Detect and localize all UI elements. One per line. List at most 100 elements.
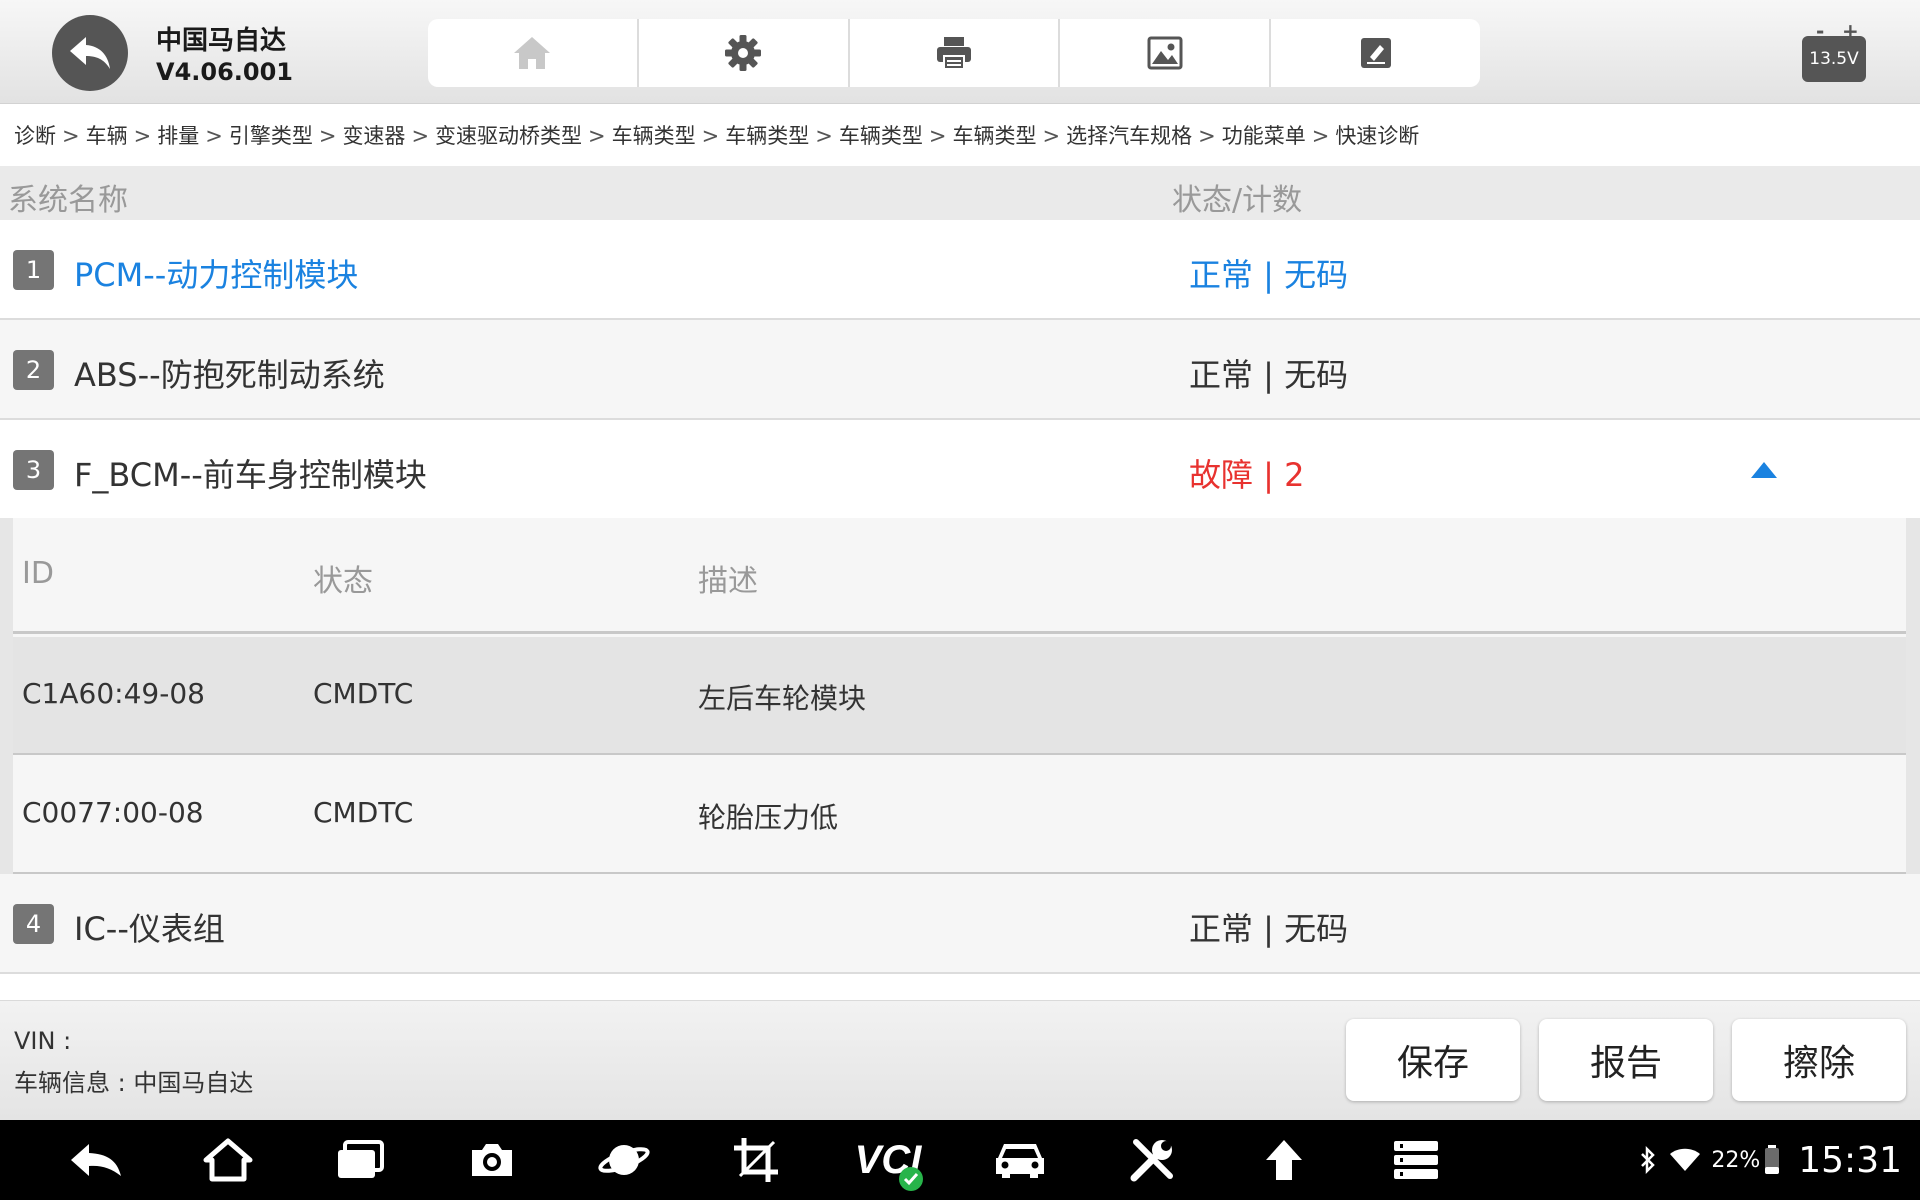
- breadcrumb-separator: >: [588, 124, 606, 148]
- tools-icon: [1130, 1139, 1173, 1182]
- dtc-row[interactable]: C1A60:49-08 CMDTC 左后车轮模块: [13, 637, 1906, 755]
- crop-icon: [734, 1138, 778, 1182]
- back-arrow-icon: [70, 37, 110, 69]
- collapse-triangle-icon[interactable]: [1749, 460, 1779, 480]
- breadcrumb-item[interactable]: 车辆类型: [839, 124, 923, 148]
- breadcrumb-separator: >: [1042, 124, 1061, 148]
- upload-icon: [1266, 1140, 1302, 1180]
- image-button[interactable]: [1060, 19, 1272, 87]
- save-button[interactable]: 保存: [1346, 1019, 1520, 1101]
- back-icon: [71, 1144, 121, 1176]
- dtc-row[interactable]: C0077:00-08 CMDTC 轮胎压力低: [13, 756, 1906, 874]
- dtc-panel: ID 状态 描述 C1A60:49-08 CMDTC 左后车轮模块 C0077:…: [0, 518, 1920, 874]
- home-icon: [514, 37, 551, 69]
- nav-screenshot-button[interactable]: [462, 1132, 522, 1188]
- gear-icon: [725, 35, 762, 71]
- system-name: F_BCM--前车身控制模块: [74, 456, 427, 494]
- nav-menu-button[interactable]: [1386, 1132, 1446, 1188]
- dtc-state: CMDTC: [313, 796, 414, 829]
- wifi-icon: [1670, 1148, 1701, 1171]
- dtc-header-desc: 描述: [698, 564, 758, 599]
- column-header-system-name: 系统名称: [8, 183, 128, 218]
- nav-update-button[interactable]: [1254, 1132, 1314, 1188]
- dtc-header-id: ID: [22, 556, 54, 591]
- battery-voltage: 13.5V: [1802, 36, 1866, 82]
- system-status: 故障 | 2: [1189, 456, 1305, 494]
- breadcrumb-item[interactable]: 车辆类型: [725, 124, 809, 148]
- row-number-badge: 2: [13, 350, 54, 390]
- settings-button[interactable]: [639, 19, 850, 87]
- menu-list-icon: [1394, 1141, 1438, 1179]
- nav-home-button[interactable]: [198, 1132, 258, 1188]
- breadcrumb-item[interactable]: 快速诊断: [1335, 124, 1419, 148]
- breadcrumb-item[interactable]: 诊断: [14, 124, 56, 148]
- breadcrumb-item[interactable]: 变速驱动桥类型: [435, 124, 582, 148]
- system-status: 正常 | 无码: [1189, 256, 1349, 294]
- report-button[interactable]: 报告: [1539, 1019, 1713, 1101]
- toolbar: [428, 19, 1480, 87]
- dtc-id: C1A60:49-08: [22, 677, 205, 710]
- breadcrumb-item[interactable]: 车辆类型: [952, 124, 1036, 148]
- nav-back-button[interactable]: [66, 1132, 126, 1188]
- breadcrumb: 诊断 > 车辆 > 排量 > 引擎类型 > 变速器 > 变速驱动桥类型 > 车辆类型 > 车辆类型 > 车辆类型…: [14, 120, 1419, 150]
- nav-vehicle-button[interactable]: [990, 1132, 1050, 1188]
- breadcrumb-item[interactable]: 车辆: [86, 124, 128, 148]
- edit-icon: [1360, 38, 1391, 68]
- system-row-f-bcm[interactable]: 3 F_BCM--前车身控制模块 故障 | 2: [0, 420, 1920, 518]
- dtc-state: CMDTC: [313, 677, 414, 710]
- system-status: 正常 | 无码: [1189, 356, 1349, 394]
- car-icon: [996, 1144, 1044, 1178]
- app-header: 中国马自达 V4.06.001 - + 13.5V: [0, 0, 1920, 104]
- print-button[interactable]: [850, 19, 1061, 87]
- erase-button[interactable]: 擦除: [1732, 1019, 1906, 1101]
- clock: 15:31: [1798, 1139, 1902, 1181]
- system-row-ic[interactable]: 4 IC--仪表组 正常 | 无码: [0, 874, 1920, 974]
- row-number-badge: 3: [13, 450, 54, 490]
- status-area: 22% 15:31: [1639, 1120, 1902, 1200]
- app-version: V4.06.001: [156, 58, 294, 86]
- system-row-abs[interactable]: 2 ABS--防抱死制动系统 正常 | 无码: [0, 320, 1920, 420]
- breadcrumb-separator: >: [815, 124, 833, 148]
- breadcrumb-separator: >: [133, 124, 152, 148]
- breadcrumb-item[interactable]: 引擎类型: [229, 124, 313, 148]
- vehicle-info-label: 车辆信息 : 中国马自达: [14, 1069, 254, 1097]
- nav-recent-apps-button[interactable]: [330, 1132, 390, 1188]
- battery-icon: [1765, 1145, 1780, 1174]
- system-row-pcm[interactable]: 1 PCM--动力控制模块 正常 | 无码: [0, 220, 1920, 320]
- printer-icon: [936, 37, 971, 70]
- nav-vci-button[interactable]: VCI: [848, 1132, 928, 1191]
- breadcrumb-item[interactable]: 变速器: [342, 124, 405, 148]
- breadcrumb-separator: >: [205, 124, 223, 148]
- dtc-desc: 左后车轮模块: [698, 682, 867, 715]
- dtc-header-state: 状态: [313, 564, 373, 599]
- recent-apps-icon: [338, 1140, 384, 1178]
- breadcrumb-separator: >: [62, 124, 80, 148]
- camera-icon: [472, 1144, 512, 1176]
- edit-button[interactable]: [1271, 19, 1480, 87]
- planet-icon: [598, 1145, 650, 1175]
- row-number-badge: 4: [13, 904, 54, 944]
- system-status: 正常 | 无码: [1189, 910, 1349, 948]
- breadcrumb-separator: >: [318, 124, 337, 148]
- row-number-badge: 1: [13, 250, 54, 290]
- breadcrumb-item[interactable]: 功能菜单: [1222, 124, 1306, 148]
- breadcrumb-separator: >: [928, 124, 947, 148]
- vehicle-battery-indicator: - + 13.5V: [1802, 21, 1866, 82]
- breadcrumb-separator: >: [411, 124, 430, 148]
- battery-percent: 22%: [1711, 1147, 1761, 1173]
- vin-label: VIN :: [14, 1027, 72, 1055]
- breadcrumb-separator: >: [1311, 124, 1330, 148]
- dtc-id: C0077:00-08: [22, 796, 204, 829]
- nav-tools-button[interactable]: [1122, 1132, 1182, 1188]
- nav-crop-button[interactable]: [726, 1132, 786, 1188]
- nav-browser-button[interactable]: [594, 1132, 654, 1188]
- home-button[interactable]: [428, 19, 639, 87]
- breadcrumb-item[interactable]: 选择汽车规格: [1066, 124, 1192, 148]
- back-button[interactable]: [52, 15, 128, 91]
- breadcrumb-item[interactable]: 车辆类型: [612, 124, 696, 148]
- list-header: 系统名称 状态/计数: [0, 166, 1920, 220]
- dtc-table-header: ID 状态 描述: [13, 518, 1906, 634]
- system-name: IC--仪表组: [74, 910, 225, 948]
- breadcrumb-item[interactable]: 排量: [157, 124, 199, 148]
- column-header-status-count: 状态/计数: [1172, 183, 1303, 218]
